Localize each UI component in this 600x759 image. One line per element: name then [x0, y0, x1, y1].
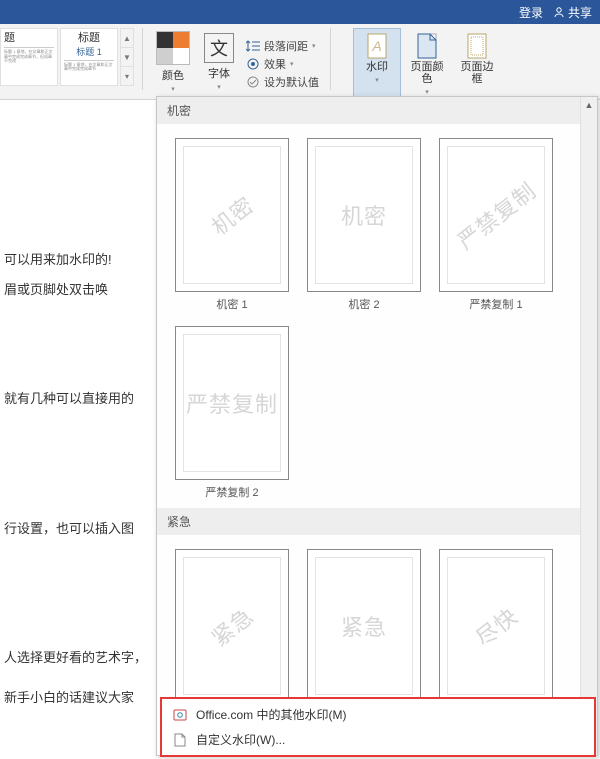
set-default-button[interactable]: 设为默认值 — [243, 74, 322, 90]
scrollbar[interactable]: ▲ ▼ — [580, 97, 597, 755]
color-swatch-icon — [156, 31, 190, 65]
watermark-button[interactable]: A 水印▾ — [353, 28, 401, 100]
category-header: 机密 — [157, 97, 580, 124]
page-border-button[interactable]: 页面边框 — [453, 28, 501, 100]
effects-icon — [246, 57, 260, 71]
doc-line: 眉或页脚处双击唤 — [4, 280, 156, 300]
paragraph-spacing-icon — [246, 39, 260, 53]
style-card-title[interactable]: 标题 标题 1 标题 1 意地，在文章和正文章中完成完成章节 — [60, 28, 118, 86]
scroll-up-icon[interactable]: ▲ — [581, 97, 597, 113]
page-icon — [172, 732, 188, 748]
document-area: 可以用来加水印的! 眉或页脚处双击唤 就有几种可以直接用的 行设置，也可以插入图… — [0, 100, 156, 717]
doc-line: 可以用来加水印的! — [4, 250, 156, 270]
fonts-button[interactable]: 文 字体▾ — [199, 30, 239, 94]
doc-line: 人选择更好看的艺术字， — [4, 648, 156, 668]
paragraph-spacing-button[interactable]: 段落间距▾ — [243, 38, 322, 54]
dropdown-footer-highlight: Office.com 中的其他水印(M) 自定义水印(W)... — [160, 697, 596, 757]
watermark-thumbnail[interactable]: 严禁复制严禁复制 1 — [439, 138, 553, 312]
set-default-icon — [246, 75, 260, 89]
gallery-up-arrow-icon[interactable]: ▲ — [121, 29, 133, 47]
watermark-thumbnail[interactable]: 严禁复制严禁复制 2 — [175, 326, 289, 500]
styles-gallery[interactable]: 题 标题 1 意地，在文章和正文章中完成完成章节，但须章不完改 标题 标题 1 … — [0, 28, 134, 86]
thumbnail-label: 机密 1 — [216, 296, 247, 312]
page-color-icon — [412, 31, 442, 61]
gallery-more-icon[interactable]: ▾ — [121, 66, 133, 85]
office-icon — [172, 707, 188, 723]
doc-line: 新手小白的话建议大家 — [4, 688, 156, 708]
ribbon: 题 标题 1 意地，在文章和正文章中完成完成章节，但须章不完改 标题 标题 1 … — [0, 24, 600, 100]
share-button[interactable]: 共享 — [553, 4, 592, 21]
login-link[interactable]: 登录 — [519, 4, 543, 21]
thumbnail-label: 严禁复制 1 — [469, 296, 522, 312]
thumbnail-label: 严禁复制 2 — [205, 484, 258, 500]
font-icon: 文 — [204, 33, 234, 63]
watermark-icon: A — [362, 31, 392, 61]
page-color-button[interactable]: 页面颜色▾ — [403, 28, 451, 100]
watermark-dropdown: 机密机密机密 1机密机密 2严禁复制严禁复制 1严禁复制严禁复制 2紧急紧急紧急… — [156, 96, 598, 756]
watermark-thumbnail[interactable]: 机密机密 1 — [175, 138, 289, 312]
office-more-watermarks[interactable]: Office.com 中的其他水印(M) — [166, 702, 590, 727]
page-border-icon — [462, 31, 492, 61]
category-header: 紧急 — [157, 508, 580, 535]
style-card-heading[interactable]: 题 标题 1 意地，在文章和正文章中完成完成章节，但须章不完改 — [0, 28, 58, 86]
effects-button[interactable]: 效果▾ — [243, 56, 322, 72]
doc-line: 行设置，也可以插入图 — [4, 519, 156, 539]
watermark-thumbnail[interactable]: 机密机密 2 — [307, 138, 421, 312]
colors-button[interactable]: 颜色▾ — [151, 28, 195, 96]
custom-watermark[interactable]: 自定义水印(W)... — [166, 727, 590, 752]
title-bar: 登录 共享 — [0, 0, 600, 24]
doc-line: 就有几种可以直接用的 — [4, 389, 156, 409]
svg-text:A: A — [371, 38, 381, 54]
thumbnail-label: 机密 2 — [348, 296, 379, 312]
share-icon — [553, 6, 565, 18]
gallery-down-arrow-icon[interactable]: ▼ — [121, 47, 133, 66]
